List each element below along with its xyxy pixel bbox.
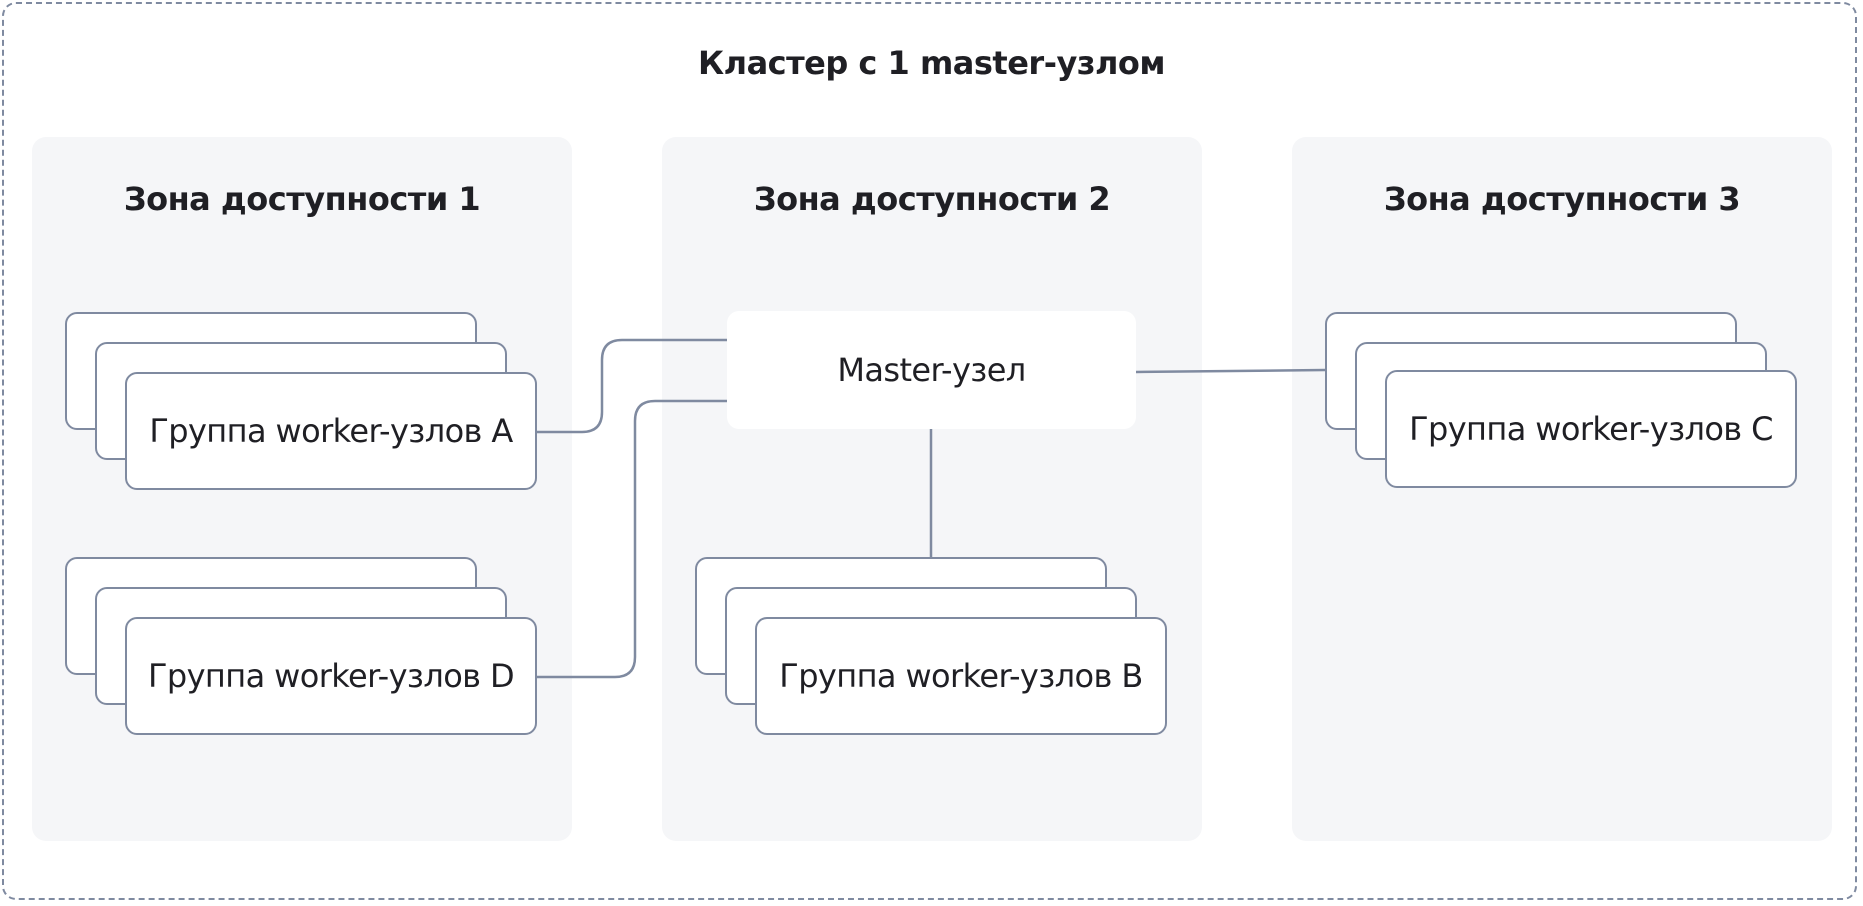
cluster-diagram: Кластер с 1 master-узлом Зона доступност… xyxy=(0,0,1863,906)
worker-group-b-card: Группа worker-узлов B xyxy=(755,617,1167,735)
zone-title: Зона доступности 1 xyxy=(123,180,481,218)
master-node: Master-узел xyxy=(727,311,1136,429)
availability-zone-3: Зона доступности 3 xyxy=(1292,137,1832,841)
worker-group-c-card: Группа worker-узлов C xyxy=(1385,370,1797,488)
zone-title: Зона доступности 3 xyxy=(1383,180,1741,218)
availability-zone-2: Зона доступности 2 xyxy=(662,137,1202,841)
worker-group-b-label: Группа worker-узлов B xyxy=(779,657,1143,695)
worker-group-d-card: Группа worker-узлов D xyxy=(125,617,537,735)
worker-group-a-card: Группа worker-узлов A xyxy=(125,372,537,490)
zone-title: Зона доступности 2 xyxy=(753,180,1111,218)
worker-group-a-label: Группа worker-узлов A xyxy=(149,412,513,450)
worker-group-c-label: Группа worker-узлов C xyxy=(1409,410,1773,448)
cluster-title: Кластер с 1 master-узлом xyxy=(697,44,1166,82)
master-node-label: Master-узел xyxy=(837,351,1026,389)
worker-group-d-label: Группа worker-узлов D xyxy=(147,657,515,695)
